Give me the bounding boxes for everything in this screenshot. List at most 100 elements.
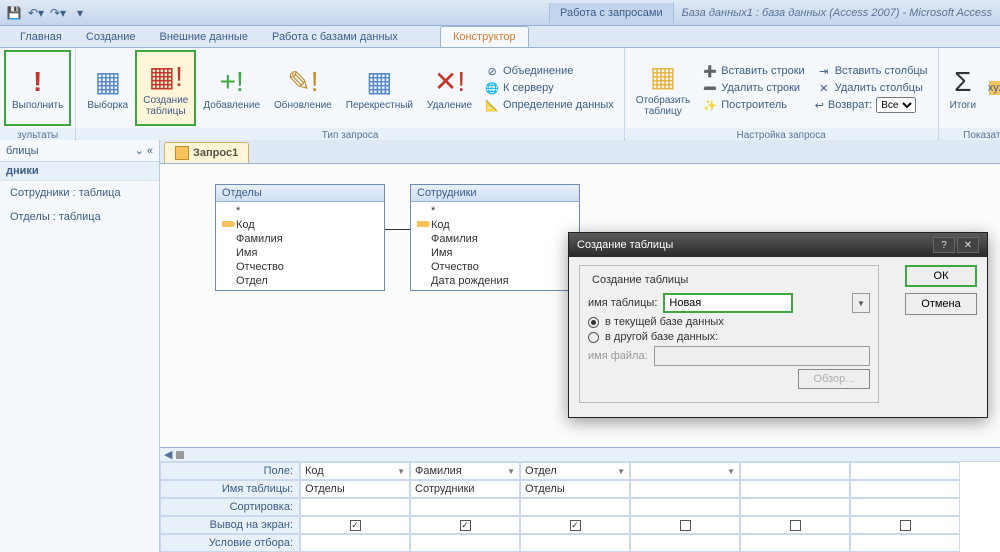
totals-button[interactable]: ΣИтоги: [943, 50, 983, 126]
insert-rows-button[interactable]: ➕Вставить строки: [701, 63, 806, 79]
grid-cell[interactable]: Отдел▼: [520, 462, 630, 480]
grid-cell-show[interactable]: [740, 516, 850, 534]
document-tab-query1[interactable]: Запрос1: [164, 142, 249, 163]
grid-cell-show[interactable]: [630, 516, 740, 534]
undo-icon[interactable]: ↶▾: [26, 3, 46, 23]
radio-other-db[interactable]: [588, 332, 599, 343]
crosstab-query-button[interactable]: ▦Перекрестный: [339, 50, 420, 126]
grid-cell[interactable]: Отделы: [300, 480, 410, 498]
grid-cell[interactable]: Сотрудники: [410, 480, 520, 498]
grid-cell[interactable]: [850, 480, 960, 498]
grid-cell[interactable]: [740, 498, 850, 516]
tab-database-tools[interactable]: Работа с базами данных: [260, 27, 410, 47]
insert-columns-button[interactable]: ⇥Вставить столбцы: [815, 63, 930, 79]
grid-cell[interactable]: [740, 462, 850, 480]
data-definition-button[interactable]: 📐Определение данных: [483, 97, 616, 113]
help-button[interactable]: ?: [933, 237, 955, 253]
table-name-input[interactable]: [663, 293, 793, 313]
table-box-sotrudniki[interactable]: Сотрудники * Код Фамилия Имя Отчество Да…: [410, 184, 580, 291]
ribbon-group-results: ! Выполнить зультаты: [0, 48, 76, 139]
field-familiya[interactable]: Фамилия: [415, 232, 575, 246]
show-table-button[interactable]: ▦Отобразить таблицу: [629, 50, 698, 126]
grid-cell[interactable]: Код▼: [300, 462, 410, 480]
ok-button[interactable]: ОК: [905, 265, 977, 287]
append-query-button[interactable]: +!Добавление: [196, 50, 267, 126]
tab-home[interactable]: Главная: [8, 27, 74, 47]
tab-external-data[interactable]: Внешние данные: [148, 27, 260, 47]
grid-cell-show[interactable]: ✓: [300, 516, 410, 534]
grid-cell[interactable]: [630, 534, 740, 552]
field-star[interactable]: *: [220, 204, 380, 218]
grid-cell[interactable]: [300, 534, 410, 552]
grid-cell[interactable]: [850, 534, 960, 552]
ribbon-group-query-type: ▦Выборка ▦!Создание таблицы +!Добавление…: [76, 48, 624, 139]
dialog-title-bar[interactable]: Создание таблицы ? ✕: [569, 233, 987, 257]
grid-cell[interactable]: Фамилия▼: [410, 462, 520, 480]
builder-button[interactable]: ✨Построитель: [701, 97, 806, 113]
cancel-button[interactable]: Отмена: [905, 293, 977, 315]
grid-cell[interactable]: [740, 480, 850, 498]
field-imya[interactable]: Имя: [220, 246, 380, 260]
make-table-dialog: Создание таблицы ? ✕ ОК Отмена Создание …: [568, 232, 988, 418]
grid-cell[interactable]: [630, 480, 740, 498]
nav-item-sotrudniki[interactable]: Сотрудники : таблица: [0, 181, 159, 205]
field-otchestvo[interactable]: Отчество: [220, 260, 380, 274]
field-otdel[interactable]: Отдел: [220, 274, 380, 288]
nav-group[interactable]: дники: [0, 162, 159, 181]
nav-item-otdely[interactable]: Отделы : таблица: [0, 205, 159, 229]
radio-current-db[interactable]: [588, 317, 599, 328]
dialog-title: Создание таблицы: [577, 239, 673, 251]
union-button[interactable]: ⊘Объединение: [483, 63, 616, 79]
grid-cell[interactable]: [410, 498, 520, 516]
contextual-tab-title: Работа с запросами: [549, 3, 674, 23]
grid-cell[interactable]: [300, 498, 410, 516]
field-otchestvo[interactable]: Отчество: [415, 260, 575, 274]
make-table-query-button[interactable]: ▦!Создание таблицы: [135, 50, 196, 126]
nav-header[interactable]: блицы⌄ «: [0, 140, 159, 162]
grid-cell-show[interactable]: [850, 516, 960, 534]
field-kod[interactable]: Код: [415, 218, 575, 232]
grid-cell-show[interactable]: ✓: [410, 516, 520, 534]
update-query-button[interactable]: ✎!Обновление: [267, 50, 339, 126]
grid-cell[interactable]: [410, 534, 520, 552]
close-button[interactable]: ✕: [957, 237, 979, 253]
grid-cell[interactable]: [520, 498, 630, 516]
table-box-otdely[interactable]: Отделы * Код Фамилия Имя Отчество Отдел: [215, 184, 385, 291]
grid-cell[interactable]: Отделы: [520, 480, 630, 498]
dropdown-button[interactable]: ▼: [852, 293, 870, 313]
field-data-rozh[interactable]: Дата рождения: [415, 274, 575, 288]
ribbon-group-show-hide: ΣИтоги xyzИме Показать и: [939, 48, 1000, 139]
passthrough-button[interactable]: 🌐К серверу: [483, 80, 616, 96]
field-kod[interactable]: Код: [220, 218, 380, 232]
grid-cell-show[interactable]: ✓: [520, 516, 630, 534]
field-imya[interactable]: Имя: [415, 246, 575, 260]
qat-customize-icon[interactable]: ▾: [70, 3, 90, 23]
delete-col-icon: ✕: [817, 81, 831, 95]
grid-scroll-bar[interactable]: ◀: [160, 448, 1000, 462]
grid-cell[interactable]: [630, 498, 740, 516]
file-name-input: [654, 346, 870, 366]
grid-cell[interactable]: [850, 498, 960, 516]
delete-rows-button[interactable]: ➖Удалить строки: [701, 80, 806, 96]
return-dropdown[interactable]: Все: [876, 97, 916, 113]
run-button[interactable]: ! Выполнить: [4, 50, 71, 126]
field-familiya[interactable]: Фамилия: [220, 232, 380, 246]
grid-cell[interactable]: [850, 462, 960, 480]
grid-cell[interactable]: [520, 534, 630, 552]
delete-columns-button[interactable]: ✕Удалить столбцы: [815, 80, 930, 96]
select-query-button[interactable]: ▦Выборка: [80, 50, 135, 126]
join-line[interactable]: [385, 229, 410, 230]
field-star[interactable]: *: [415, 204, 575, 218]
redo-icon[interactable]: ↷▾: [48, 3, 68, 23]
union-icon: ⊘: [485, 64, 499, 78]
grid-cell[interactable]: [740, 534, 850, 552]
return-icon: ↩: [815, 99, 824, 112]
row-label-sort: Сортировка:: [160, 498, 300, 516]
delete-query-button[interactable]: ✕!Удаление: [420, 50, 479, 126]
grid-cell[interactable]: ▼: [630, 462, 740, 480]
tab-design[interactable]: Конструктор: [440, 26, 529, 47]
return-selector[interactable]: ↩ Возврат: Все: [815, 97, 930, 113]
table-names-button[interactable]: xyzИме: [987, 80, 1000, 96]
save-icon[interactable]: 💾: [4, 3, 24, 23]
tab-create[interactable]: Создание: [74, 27, 148, 47]
